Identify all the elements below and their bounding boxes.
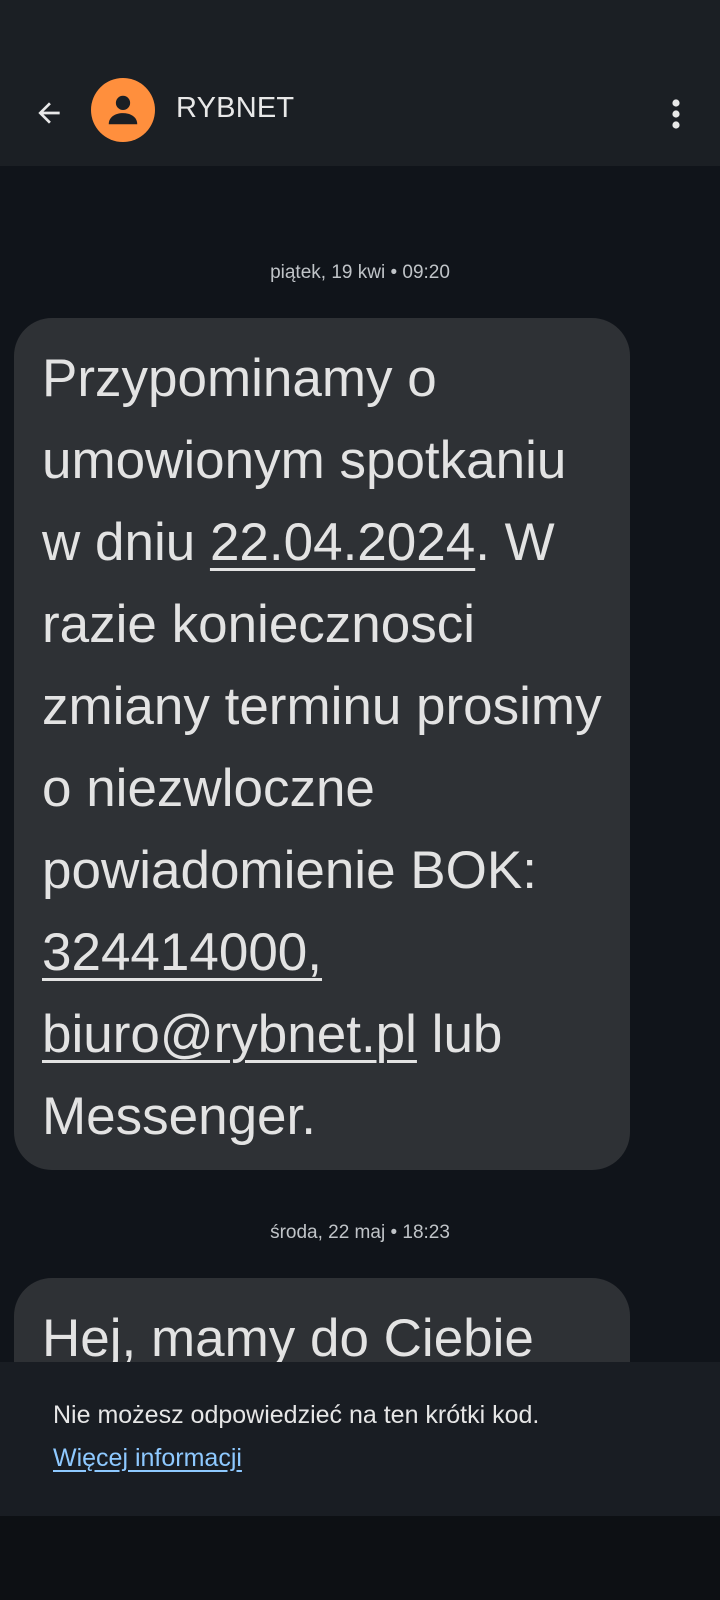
phone-link[interactable]: 324414000, bbox=[42, 923, 322, 982]
message-bubble[interactable]: Hej, mamy do Ciebie bbox=[14, 1278, 630, 1362]
conversation-title: RYBNET bbox=[176, 92, 295, 124]
message-thread[interactable]: piątek, 19 kwi • 09:20 Przypominamy o um… bbox=[0, 166, 720, 1362]
reply-disabled-notice: Nie możesz odpowiedzieć na ten krótki ko… bbox=[53, 1401, 540, 1429]
back-button[interactable] bbox=[26, 90, 72, 136]
more-options-button[interactable] bbox=[658, 88, 694, 140]
status-bar bbox=[0, 0, 720, 64]
date-separator: środa, 22 maj • 18:23 bbox=[270, 1222, 450, 1243]
date-link[interactable]: 22.04.2024 bbox=[210, 513, 475, 572]
reply-disabled-panel: Nie możesz odpowiedzieć na ten krótki ko… bbox=[0, 1362, 720, 1516]
navigation-bar bbox=[0, 1516, 720, 1600]
avatar[interactable] bbox=[91, 78, 155, 142]
app-bar: RYBNET bbox=[0, 64, 720, 166]
message-bubble[interactable]: Przypominamy o umowionym spotkaniu w dni… bbox=[14, 318, 630, 1170]
arrow-back-icon bbox=[38, 102, 60, 124]
person-icon bbox=[108, 95, 138, 125]
more-vert-icon bbox=[672, 99, 680, 129]
date-separator: piątek, 19 kwi • 09:20 bbox=[270, 262, 450, 283]
email-link[interactable]: biuro@rybnet.pl bbox=[42, 1005, 417, 1064]
more-info-link[interactable]: Więcej informacji bbox=[53, 1444, 242, 1473]
message-text: Hej, mamy do Ciebie bbox=[42, 1309, 534, 1362]
